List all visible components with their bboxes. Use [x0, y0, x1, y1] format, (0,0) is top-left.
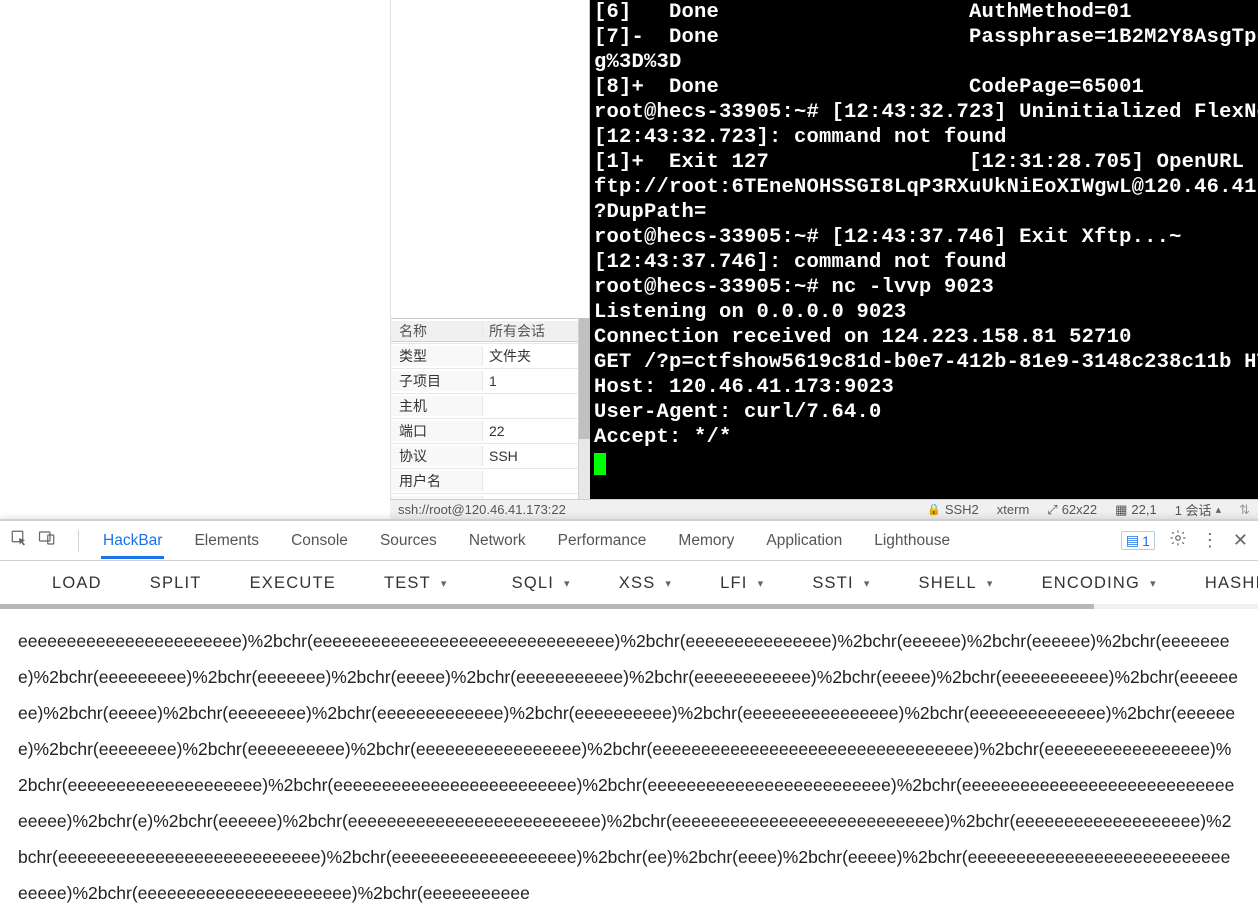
status-bar: ssh://root@120.46.41.173:22 🔒SSH2 xterm … [390, 499, 1258, 519]
terminal-cursor [594, 453, 606, 475]
execute-button[interactable]: EXECUTE [226, 564, 360, 603]
hackbar-toolbar: LOADSPLITEXECUTETEST ▾ SQLI ▾XSS ▾LFI ▾SS… [0, 561, 1258, 609]
chevron-down-icon: ▾ [864, 577, 871, 590]
session-side-panel: 名称 所有会话 类型 文件夹 子项目 1 主机 [390, 0, 590, 519]
devtools-panel: HackBar Elements Console Sources Network Perf… [0, 519, 1258, 904]
status-sessions[interactable]: 1 会话 ▴ [1175, 500, 1221, 519]
status-pos: ▦ 22,1 [1115, 502, 1157, 518]
status-protocol: 🔒SSH2 [927, 502, 979, 517]
tab-lighthouse[interactable]: Lighthouse [872, 523, 952, 559]
prop-row-username: 用户名 [391, 469, 578, 494]
test-dropdown[interactable]: TEST ▾ [360, 564, 472, 603]
close-icon[interactable]: ✕ [1233, 530, 1248, 551]
status-term: xterm [997, 502, 1030, 517]
tab-elements[interactable]: Elements [192, 523, 261, 559]
lfi-dropdown[interactable]: LFI ▾ [696, 564, 788, 603]
prop-row-children: 子项目 1 [391, 369, 578, 394]
split-button[interactable]: SPLIT [126, 564, 226, 603]
left-blank-area [0, 0, 390, 519]
hackbar-scrollbar[interactable] [0, 604, 1258, 609]
payload-text[interactable]: eeeeeeeeeeeeeeeeeeeeeee)%2bchr(eeeeeeeee… [0, 609, 1258, 904]
hashi-dropdown[interactable]: HASHI ▾ [1181, 564, 1258, 603]
tab-memory[interactable]: Memory [676, 523, 736, 559]
chevron-down-icon: ▾ [665, 577, 672, 590]
chevron-down-icon: ▾ [564, 577, 571, 590]
chevron-down-icon: ▾ [758, 577, 765, 590]
prop-row-type: 类型 文件夹 [391, 344, 578, 369]
prop-scrollbar[interactable] [578, 318, 590, 519]
tab-hackbar[interactable]: HackBar [101, 523, 164, 559]
load-button[interactable]: LOAD [28, 564, 126, 603]
tab-performance[interactable]: Performance [556, 523, 649, 559]
prop-row-host: 主机 [391, 394, 578, 419]
chevron-up-icon: ▴ [1216, 503, 1222, 516]
devtools-tabs: HackBar Elements Console Sources Network Perf… [0, 521, 1258, 561]
prop-row-protocol: 协议 SSH [391, 444, 578, 469]
issues-badge[interactable]: ▤1 [1121, 531, 1155, 550]
gear-icon[interactable] [1169, 529, 1187, 552]
tab-network[interactable]: Network [467, 523, 528, 559]
xss-dropdown[interactable]: XSS ▾ [595, 564, 696, 603]
chat-icon: ▤ [1126, 532, 1139, 549]
prop-row-port: 端口 22 [391, 419, 578, 444]
shell-dropdown[interactable]: SHELL ▾ [895, 564, 1018, 603]
status-updown-icon: ⇅ [1239, 502, 1250, 518]
prop-header: 名称 所有会话 [391, 319, 578, 344]
status-size: ⤢ 62x22 [1047, 502, 1097, 518]
ssti-dropdown[interactable]: SSTI ▾ [788, 564, 894, 603]
session-properties-table: 名称 所有会话 类型 文件夹 子项目 1 主机 [391, 318, 578, 519]
tab-console[interactable]: Console [289, 523, 350, 559]
prop-header-value: 所有会话 [483, 321, 578, 342]
encoding-dropdown[interactable]: ENCODING ▾ [1018, 564, 1181, 603]
resize-icon: ⤢ [1047, 502, 1057, 518]
chevron-down-icon: ▾ [441, 577, 448, 590]
terminal-output[interactable]: [6] Done AuthMethod=01[7]- Done Passphra… [590, 0, 1258, 519]
chevron-down-icon: ▾ [987, 577, 994, 590]
tab-sources[interactable]: Sources [378, 523, 439, 559]
chevron-down-icon: ▾ [1150, 577, 1157, 590]
more-icon[interactable]: ⋮ [1201, 530, 1219, 551]
sqli-dropdown[interactable]: SQLI ▾ [488, 564, 595, 603]
inspect-icon[interactable] [10, 529, 28, 552]
prop-header-label: 名称 [391, 321, 483, 342]
device-icon[interactable] [38, 529, 56, 552]
session-tree[interactable] [391, 0, 590, 318]
tab-application[interactable]: Application [764, 523, 844, 559]
grid-icon: ▦ [1115, 502, 1127, 518]
lock-icon: 🔒 [927, 503, 941, 516]
status-connection: ssh://root@120.46.41.173:22 [398, 502, 909, 517]
